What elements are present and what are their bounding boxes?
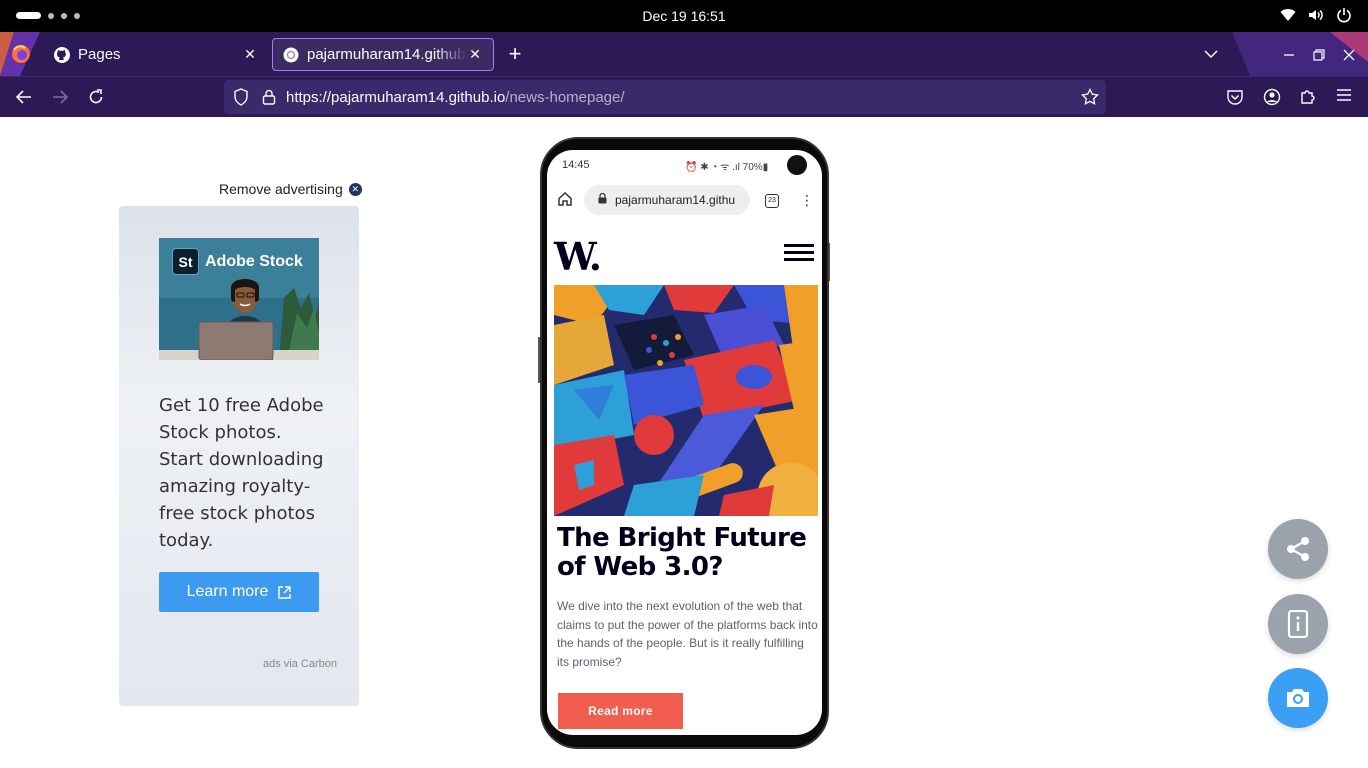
article-headline: The Bright Future of Web 3.0? <box>557 523 807 582</box>
learn-more-label: Learn more <box>186 583 269 600</box>
adobe-stock-logo: St Adobe Stock <box>172 248 303 275</box>
arrow-left-icon <box>16 90 31 104</box>
forward-button[interactable] <box>50 87 70 107</box>
info-icon <box>1287 610 1309 638</box>
share-icon <box>1287 537 1309 561</box>
close-tab-icon[interactable]: ✕ <box>242 46 258 63</box>
shield-icon[interactable] <box>232 88 250 106</box>
site-logo[interactable]: W. <box>554 234 602 279</box>
url-text[interactable]: https://pajarmuharam14.github.io/news-ho… <box>286 89 625 106</box>
firefox-icon <box>12 45 30 63</box>
pocket-icon <box>1227 90 1243 105</box>
tab-pajarmuharam[interactable]: pajarmuharam14.github.io ✕ <box>272 38 494 71</box>
close-window-button[interactable] <box>1340 46 1358 64</box>
lock-icon[interactable] <box>260 88 278 106</box>
phone-mockup: 14:45 ⏰ ✱ ◔ ᯤ .ıl 70%▮ pajarmuharam14.gi… <box>540 137 829 749</box>
adobe-stock-brand: Adobe Stock <box>205 252 303 270</box>
page-content: Remove advertising ✕ St Adobe Stock Get … <box>0 117 1368 768</box>
system-top-bar: Dec 19 16:51 <box>0 0 1368 32</box>
ad-description[interactable]: Get 10 free Adobe Stock photos. Start do… <box>159 392 329 554</box>
phone-battery-percent: 70% <box>742 162 763 173</box>
hamburger-menu-icon[interactable] <box>784 244 814 265</box>
external-link-icon <box>278 585 292 599</box>
tab-pages[interactable]: Pages ✕ <box>44 38 268 71</box>
phone-status-icons: ⏰ ✱ ◔ ᯤ .ıl 70%▮ <box>685 162 769 173</box>
reload-icon <box>89 89 103 104</box>
navigation-toolbar: https://pajarmuharam14.github.io/news-ho… <box>0 76 1368 117</box>
mobile-url-text: pajarmuharam14.githu <box>615 193 736 207</box>
hero-image <box>554 285 818 516</box>
ads-via-carbon-link[interactable]: ads via Carbon <box>263 658 337 670</box>
tab-strip: Pages ✕ pajarmuharam14.github.io ✕ + <box>0 32 1368 76</box>
puzzle-icon <box>1301 90 1315 104</box>
url-host: https://pajarmuharam14.github.io <box>286 89 506 106</box>
reload-button[interactable] <box>86 87 106 107</box>
device-info-button[interactable] <box>1268 594 1328 654</box>
arrow-right-icon <box>53 90 68 104</box>
camera-icon <box>1287 689 1309 707</box>
article-lede: We dive into the next evolution of the w… <box>557 599 818 669</box>
url-bar[interactable]: https://pajarmuharam14.github.io/news-ho… <box>224 80 1106 114</box>
ad-image[interactable]: St Adobe Stock <box>159 238 319 360</box>
volume-icon <box>1309 9 1323 21</box>
tab-switcher-button[interactable]: 23 <box>765 194 779 208</box>
minimize-icon <box>1284 54 1294 56</box>
share-button[interactable] <box>1268 519 1328 579</box>
read-more-button[interactable]: Read more <box>558 693 683 729</box>
phone-screen: 14:45 ⏰ ✱ ◔ ᯤ .ıl 70%▮ pajarmuharam14.gi… <box>547 150 822 735</box>
screenshot-button[interactable] <box>1268 668 1328 728</box>
extensions-button[interactable] <box>1299 88 1317 111</box>
front-camera <box>787 155 807 175</box>
list-all-tabs-button[interactable] <box>1204 46 1218 64</box>
hamburger-menu-icon <box>1337 89 1351 101</box>
bookmark-star-icon[interactable] <box>1081 88 1099 106</box>
new-tab-button[interactable]: + <box>505 43 525 65</box>
app-menu-button[interactable] <box>1336 88 1352 107</box>
pocket-button[interactable] <box>1226 88 1244 111</box>
tab-title: pajarmuharam14.github.io <box>307 46 467 63</box>
github-icon <box>54 46 70 63</box>
minimize-button[interactable] <box>1280 46 1298 64</box>
abstract-3d-blocks-illustration <box>554 285 818 516</box>
close-tab-icon[interactable]: ✕ <box>467 46 483 63</box>
mobile-url-bar[interactable]: pajarmuharam14.githu <box>584 185 750 215</box>
lock-icon <box>598 192 607 207</box>
account-button[interactable] <box>1263 88 1281 111</box>
system-tray[interactable] <box>1280 7 1352 23</box>
close-icon <box>1343 49 1355 61</box>
carbon-ad[interactable]: St Adobe Stock Get 10 free Adobe Stock p… <box>119 206 359 706</box>
wifi-icon <box>1280 9 1296 21</box>
back-button[interactable] <box>14 87 34 107</box>
more-vert-icon[interactable]: ⋮ <box>800 192 814 209</box>
adobe-stock-badge: St <box>172 248 199 275</box>
chevron-down-icon <box>1204 50 1218 59</box>
phone-status-time: 14:45 <box>562 159 590 171</box>
close-circle-icon: ✕ <box>348 182 362 196</box>
site-icon <box>283 47 299 63</box>
account-icon <box>1263 88 1281 106</box>
learn-more-button[interactable]: Learn more <box>159 572 319 612</box>
power-icon <box>1337 8 1351 23</box>
url-path: /news-homepage/ <box>505 89 625 106</box>
remove-advertising-label: Remove advertising <box>219 181 343 197</box>
remove-advertising-link[interactable]: Remove advertising ✕ <box>219 181 362 197</box>
mobile-browser-bar: pajarmuharam14.githu 23 ⋮ <box>547 180 822 220</box>
firefox-view-button[interactable] <box>0 32 42 76</box>
restore-button[interactable] <box>1310 46 1328 64</box>
tab-title: Pages <box>78 46 121 63</box>
system-clock[interactable]: Dec 19 16:51 <box>0 8 1368 24</box>
restore-icon <box>1313 49 1325 61</box>
phone-status-bar: 14:45 ⏰ ✱ ◔ ᯤ .ıl 70%▮ <box>547 150 822 180</box>
home-icon[interactable] <box>557 191 573 212</box>
